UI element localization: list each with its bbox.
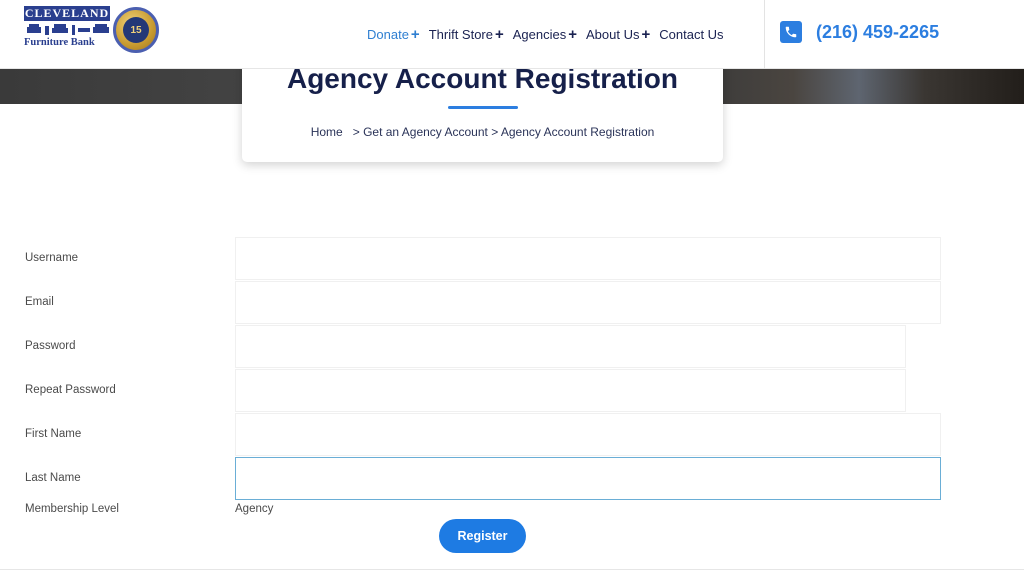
register-button[interactable]: Register: [439, 519, 526, 553]
nav-label: About Us: [586, 26, 640, 42]
plus-icon: +: [568, 25, 577, 43]
site-header: CLEVELAND Furniture Bank 15 Donate + Thr…: [0, 0, 1024, 69]
membership-level-label: Membership Level: [25, 503, 119, 515]
plus-icon: +: [641, 25, 651, 43]
main-nav: Donate + Thrift Store + Agencies + About…: [367, 25, 733, 43]
last-name-input[interactable]: [235, 457, 941, 500]
nav-item-donate[interactable]: Donate +: [367, 25, 420, 43]
plus-icon: +: [410, 25, 420, 43]
logo-wordmark-top: CLEVELAND: [24, 6, 110, 21]
banner-image: [694, 69, 1024, 104]
first-name-label: First Name: [25, 428, 82, 440]
nav-item-contact-us[interactable]: Contact Us: [659, 25, 723, 43]
nav-item-agencies[interactable]: Agencies +: [513, 25, 577, 43]
site-logo[interactable]: CLEVELAND Furniture Bank 15: [24, 6, 164, 58]
nav-label: Contact Us: [659, 26, 724, 42]
title-underline: [448, 106, 518, 109]
breadcrumb-separator: >: [491, 125, 499, 139]
footer-divider: [0, 569, 1024, 570]
header-divider: [764, 0, 765, 69]
breadcrumb: Home > Get an Agency Account > Agency Ac…: [242, 125, 723, 139]
email-label: Email: [25, 296, 54, 308]
phone-glyph: [785, 26, 797, 38]
nav-label: Donate: [367, 26, 409, 42]
nav-label: Agencies: [512, 26, 567, 42]
breadcrumb-separator: >: [352, 125, 360, 139]
nav-item-about-us[interactable]: About Us +: [586, 25, 650, 43]
badge-number: 15: [123, 17, 149, 43]
phone-number-link[interactable]: (216) 459-2265: [816, 22, 939, 43]
breadcrumb-get-agency-account[interactable]: Get an Agency Account: [363, 125, 488, 139]
membership-level-value: Agency: [235, 503, 274, 515]
furniture-icon: [27, 24, 109, 35]
breadcrumb-separator: [346, 125, 353, 139]
breadcrumb-home[interactable]: Home: [311, 125, 343, 139]
password-input[interactable]: [235, 325, 906, 368]
breadcrumb-current: Agency Account Registration: [500, 125, 655, 139]
password-label: Password: [25, 340, 76, 352]
username-label: Username: [25, 252, 79, 264]
repeat-password-input[interactable]: [235, 369, 906, 412]
nav-item-thrift-store[interactable]: Thrift Store +: [429, 25, 504, 43]
nav-label: Thrift Store: [428, 26, 493, 42]
username-input[interactable]: [235, 237, 941, 280]
plus-icon: +: [494, 25, 504, 43]
first-name-input[interactable]: [235, 413, 941, 456]
last-name-label: Last Name: [25, 472, 81, 484]
anniversary-badge: 15: [113, 7, 159, 53]
phone-icon[interactable]: [780, 21, 802, 43]
logo-wordmark-bottom: Furniture Bank: [24, 37, 95, 48]
repeat-password-label: Repeat Password: [25, 384, 116, 396]
email-input[interactable]: [235, 281, 941, 324]
